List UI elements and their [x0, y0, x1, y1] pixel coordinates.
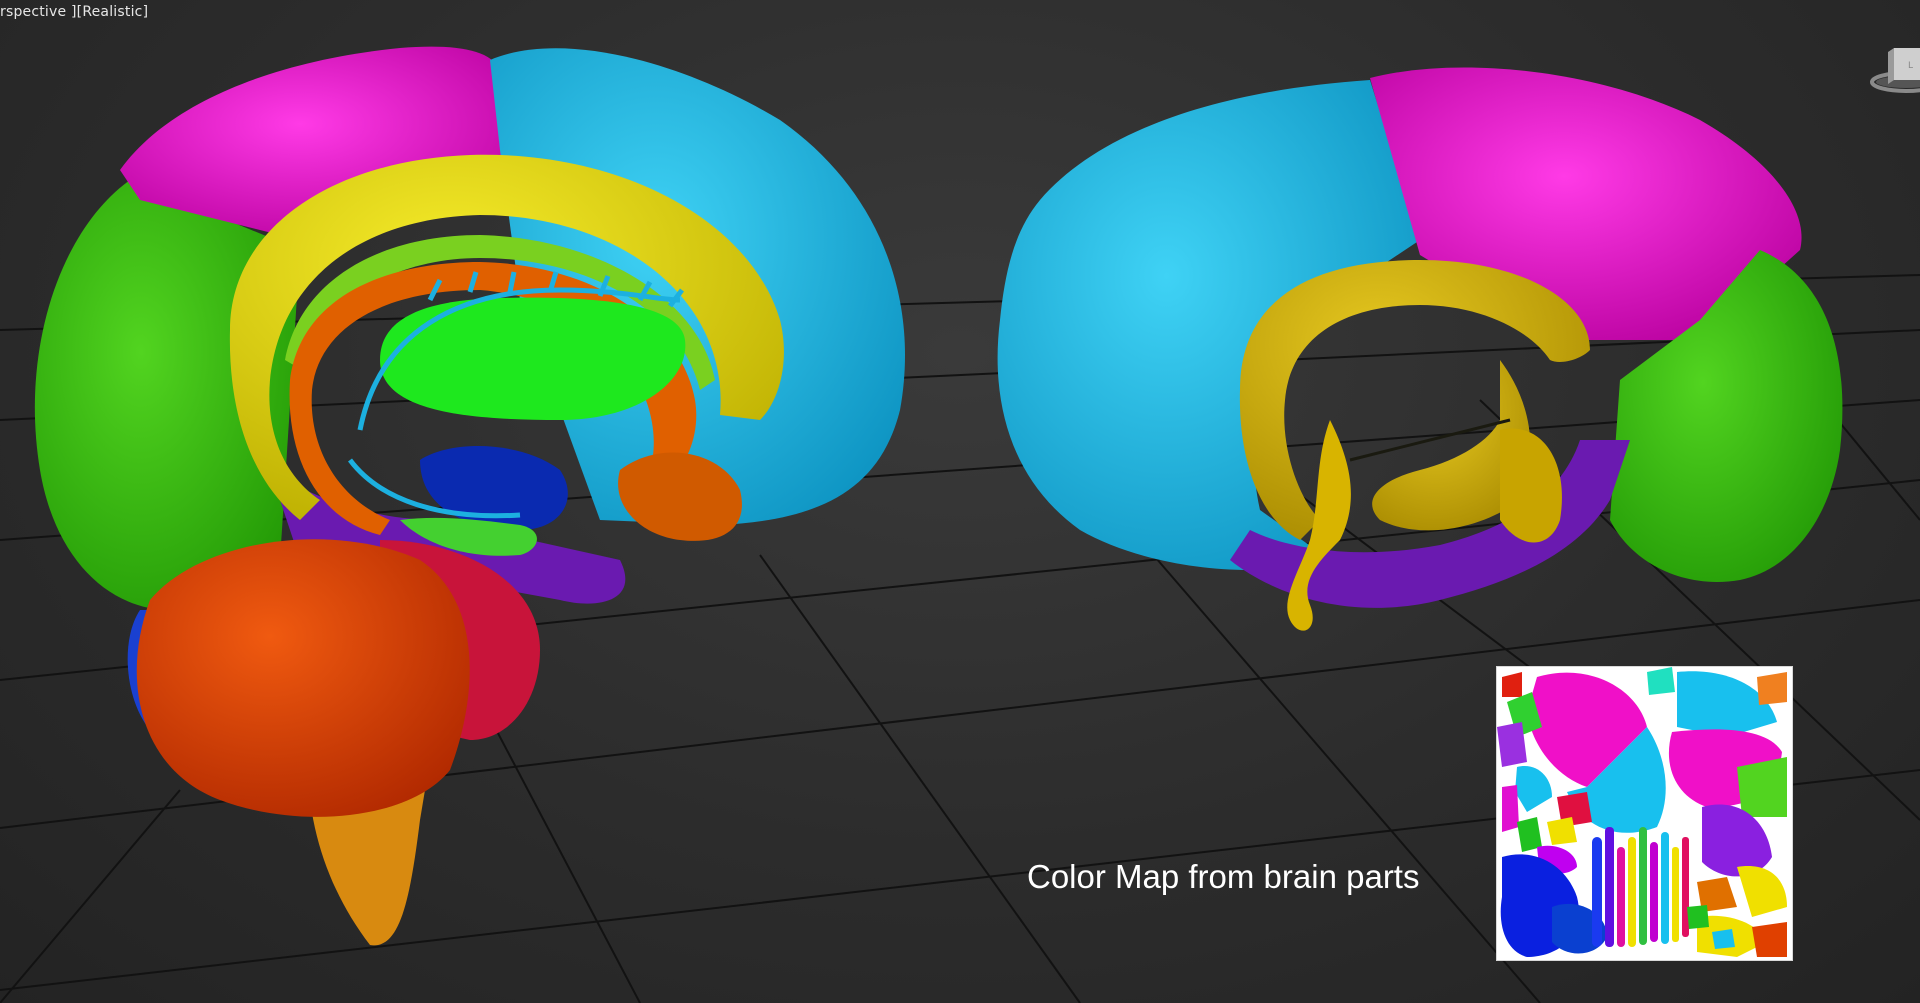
viewport-view-label[interactable]: rspective: [0, 4, 66, 20]
svg-text:L: L: [1908, 61, 1913, 71]
color-map-texture: [1496, 666, 1793, 961]
viewcube-icon[interactable]: L: [1866, 40, 1920, 100]
color-map-image: [1497, 667, 1792, 960]
viewport-shading-label[interactable]: Realistic: [82, 4, 142, 20]
right-brain-model: [997, 67, 1843, 631]
left-brain-model: [34, 46, 905, 946]
color-map-caption: Color Map from brain parts: [1027, 858, 1420, 895]
viewcube-graphic: L: [1870, 48, 1920, 93]
3d-viewport[interactable]: rspective ][Realistic] L Color Map from …: [0, 0, 1920, 1003]
viewport-label[interactable]: rspective ][Realistic]: [0, 4, 148, 20]
